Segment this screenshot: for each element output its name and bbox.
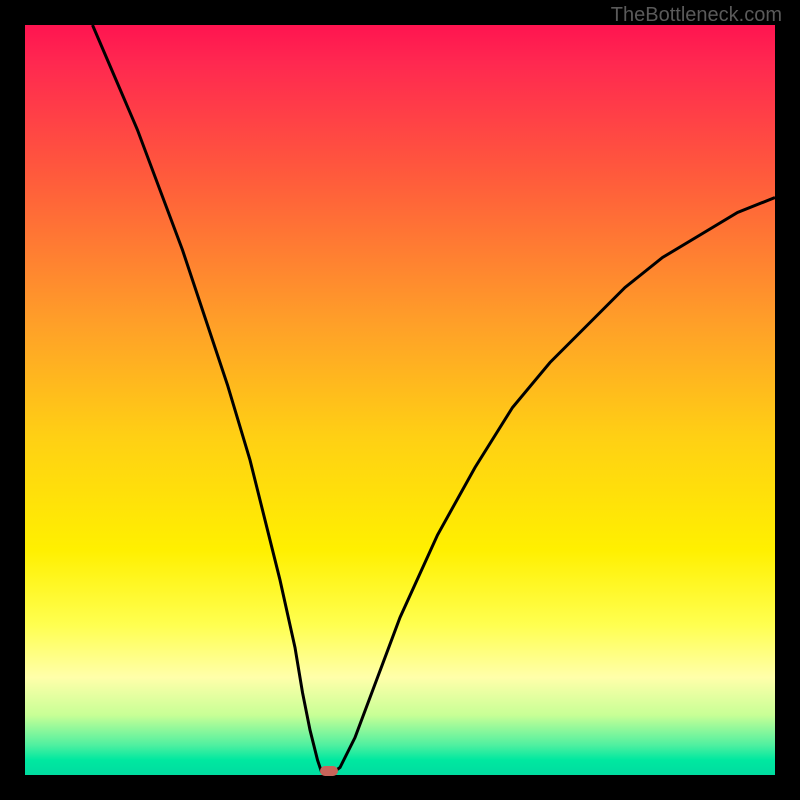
watermark-text: TheBottleneck.com xyxy=(611,4,782,27)
optimal-point-marker xyxy=(320,766,338,776)
chart-plot-area xyxy=(25,25,775,775)
bottleneck-curve xyxy=(25,25,775,775)
